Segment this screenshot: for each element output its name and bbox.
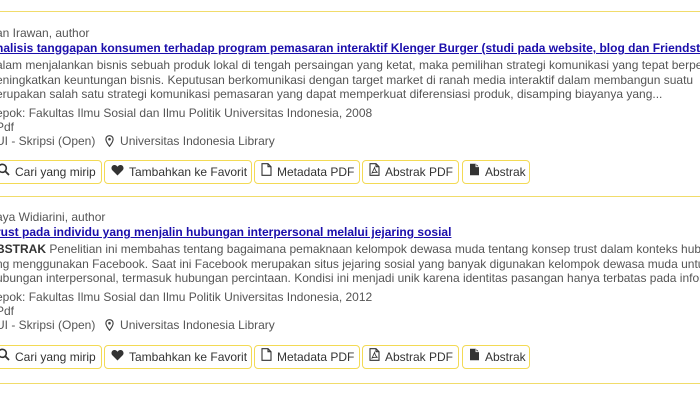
result-divider — [0, 196, 700, 197]
find-similar-button[interactable]: Cari yang mirip — [0, 160, 102, 184]
result-publisher: epok: Fakultas Ilmu Sosial dan Ilmu Poli… — [0, 290, 373, 304]
result-publisher: epok: Fakultas Ilmu Sosial dan Ilmu Poli… — [0, 106, 373, 120]
document-icon — [469, 346, 480, 368]
result-author: aya Widiarini, author — [0, 210, 106, 224]
result-divider — [0, 383, 700, 384]
file-icon — [261, 346, 272, 368]
abstract-pdf-button[interactable]: Abstrak PDF — [362, 345, 459, 369]
abstract-pdf-button[interactable]: Abstrak PDF — [362, 160, 459, 184]
map-pin-icon — [105, 135, 114, 151]
result-item: an Irawan, author nalisis tanggapan kons… — [0, 24, 700, 192]
metadata-pdf-button[interactable]: Metadata PDF — [254, 160, 360, 184]
result-abstract-line: ng menggunakan Facebook. Saat ini Facebo… — [0, 257, 700, 271]
pdf-file-icon — [369, 346, 380, 368]
result-format: Pdf — [0, 304, 15, 318]
heart-icon — [111, 161, 124, 183]
heart-icon — [111, 346, 124, 368]
abstract-button[interactable]: Abstrak — [462, 160, 530, 184]
result-collection-row: UI - Skripsi (Open) Universitas Indonesi… — [0, 134, 275, 151]
search-icon — [0, 346, 10, 368]
result-title-link[interactable]: rust pada individu yang menjalin hubunga… — [0, 225, 451, 239]
add-favorite-button[interactable]: Tambahkan ke Favorit — [104, 160, 252, 184]
result-abstract-line: eningkatkan keuntungan bisnis. Keputusan… — [0, 73, 694, 87]
document-icon — [469, 161, 480, 183]
pdf-file-icon — [369, 161, 380, 183]
result-library: Universitas Indonesia Library — [120, 134, 275, 148]
add-favorite-button[interactable]: Tambahkan ke Favorit — [104, 345, 252, 369]
result-collection: UI - Skripsi (Open) — [0, 318, 96, 332]
find-similar-button[interactable]: Cari yang mirip — [0, 345, 102, 369]
result-format: Pdf — [0, 120, 15, 134]
abstract-button[interactable]: Abstrak — [462, 345, 530, 369]
file-icon — [261, 161, 272, 183]
result-abstract-line: BSTRAK Penelitian ini membahas tentang b… — [0, 242, 700, 257]
map-pin-icon — [105, 319, 114, 335]
result-abstract-line: alam menjalankan bisnis sebuah produk lo… — [0, 58, 700, 72]
metadata-pdf-button[interactable]: Metadata PDF — [254, 345, 360, 369]
result-author: an Irawan, author — [0, 26, 90, 40]
result-abstract-line: erupakan salah satu strategi komunikasi … — [0, 87, 663, 101]
result-library: Universitas Indonesia Library — [120, 318, 275, 332]
search-icon — [0, 161, 10, 183]
result-item: aya Widiarini, author rust pada individu… — [0, 208, 700, 376]
result-title-link[interactable]: nalisis tanggapan konsumen terhadap prog… — [0, 41, 700, 55]
abstract-label: BSTRAK — [0, 242, 46, 256]
result-collection: UI - Skripsi (Open) — [0, 134, 96, 148]
result-collection-row: UI - Skripsi (Open) Universitas Indonesi… — [0, 318, 275, 335]
top-divider — [0, 11, 700, 12]
result-abstract-line: ubungan interpersonal, termasuk hubungan… — [0, 271, 700, 285]
